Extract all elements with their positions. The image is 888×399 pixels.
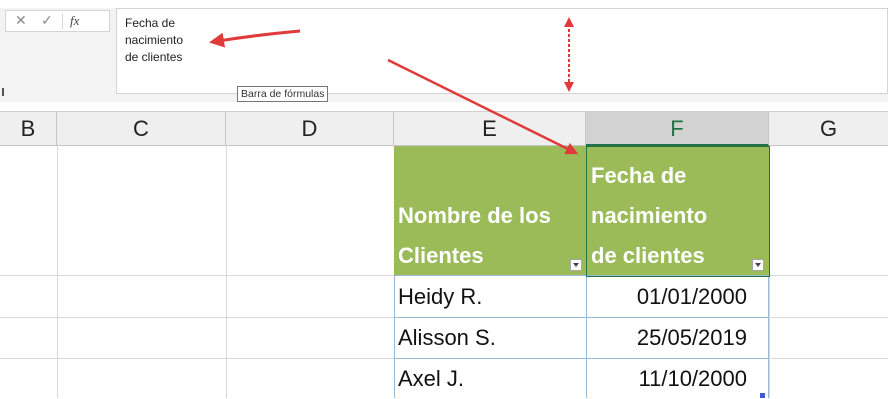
annotation-arrow: [387, 58, 579, 155]
formula-bar-tooltip: Barra de fórmulas: [237, 86, 329, 102]
annotation-layer: [209, 17, 579, 155]
annotation-arrow: [209, 29, 301, 48]
